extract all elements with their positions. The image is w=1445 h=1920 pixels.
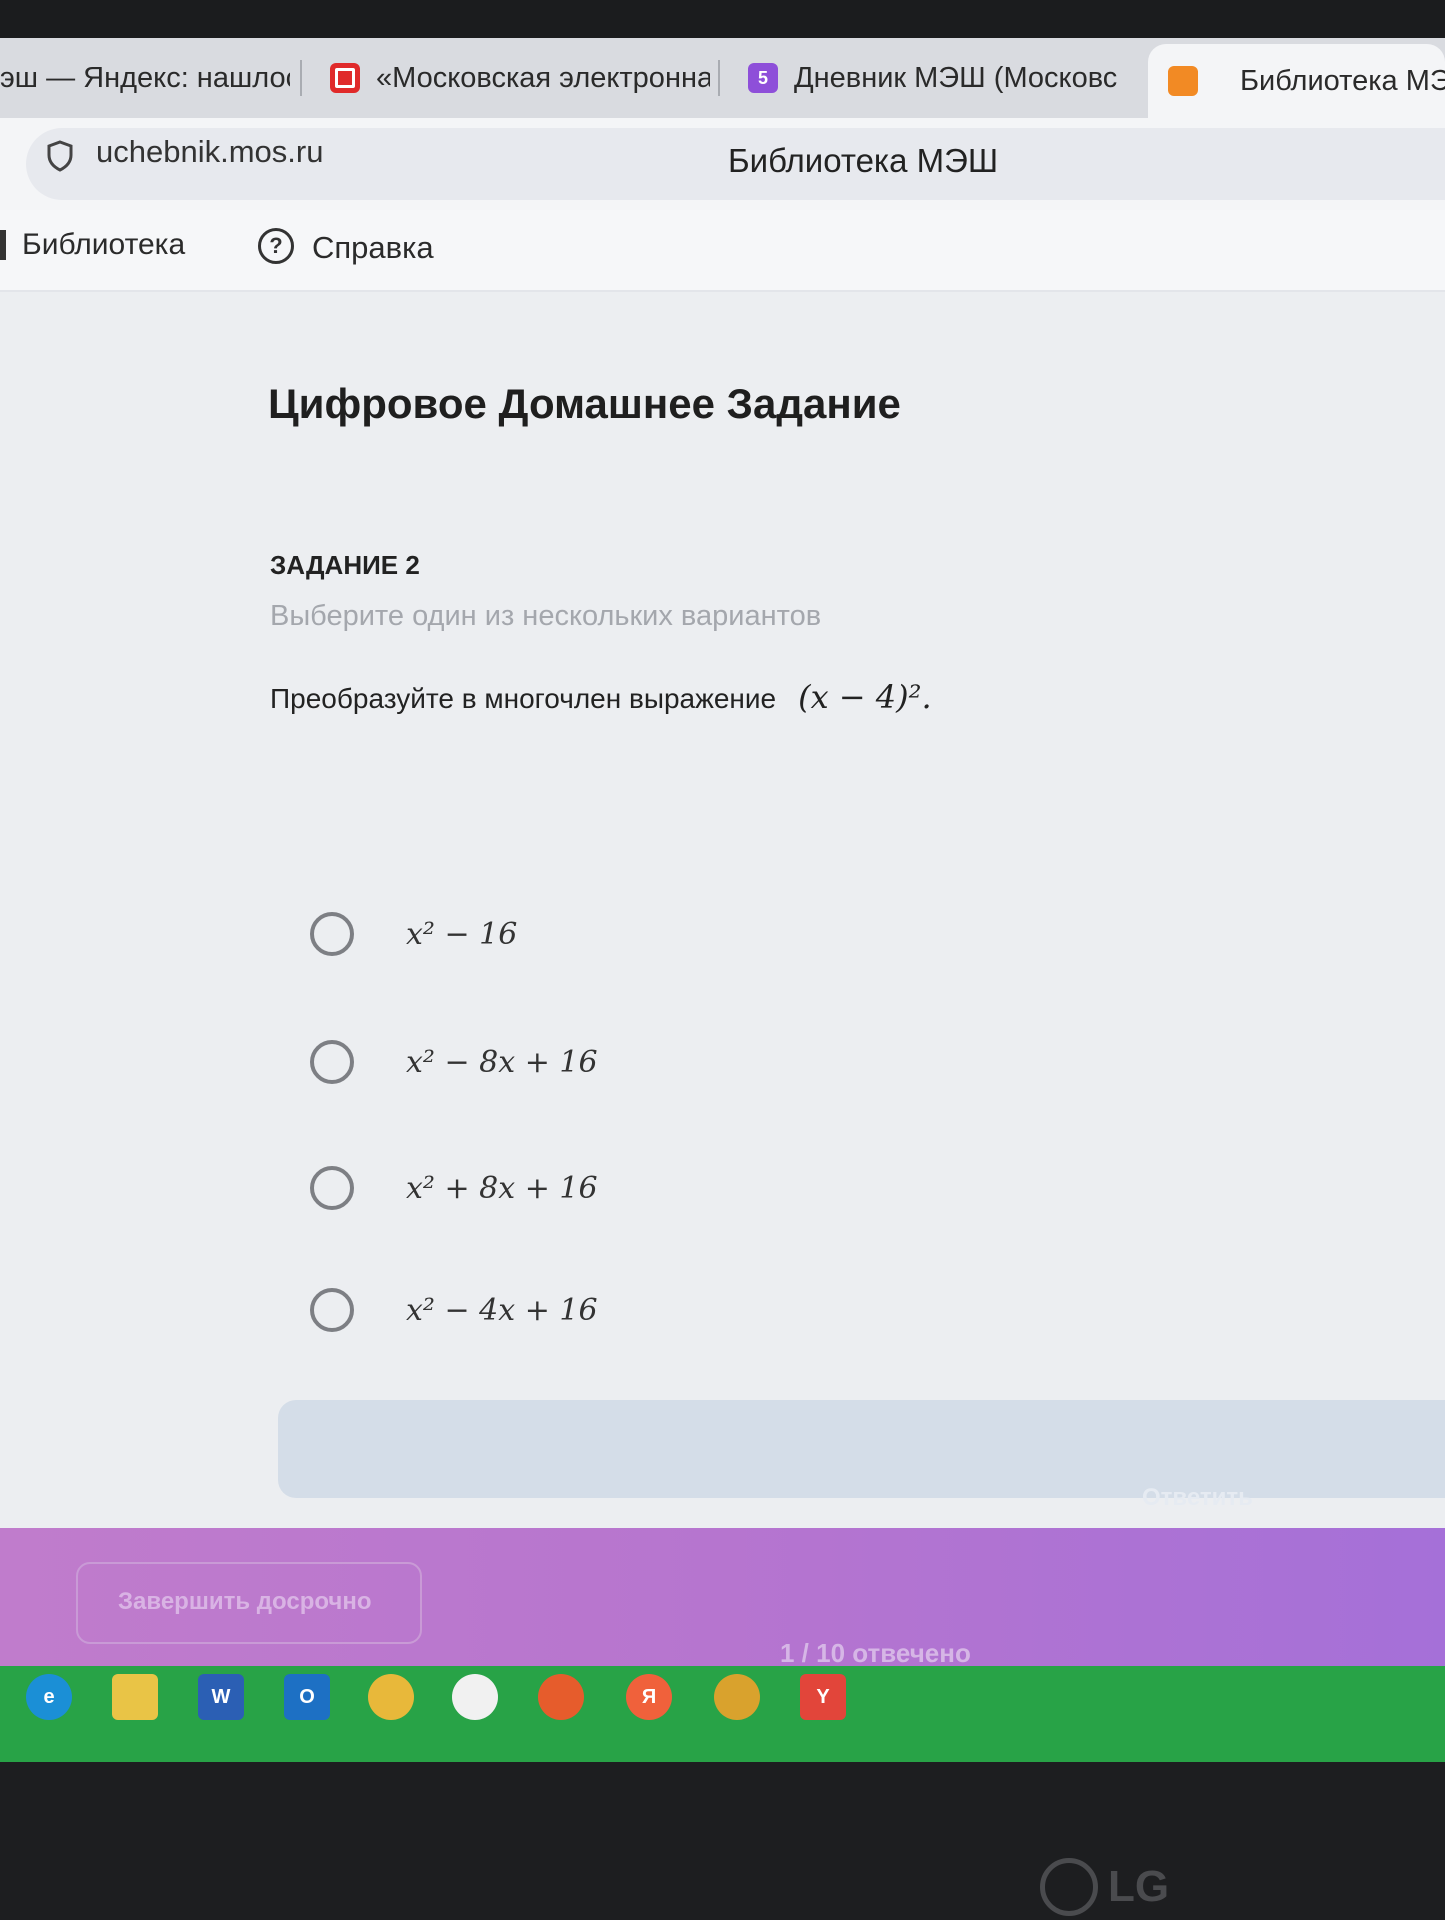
answer-button-label: Ответить [1142, 1484, 1253, 1511]
yandex-icon[interactable]: Я [626, 1674, 672, 1720]
tab-label: «Московская электронна [376, 61, 710, 94]
edge-icon[interactable]: e [26, 1674, 72, 1720]
radio-button[interactable] [310, 1288, 354, 1332]
tab-mesh-diary[interactable]: 5 Дневник МЭШ (Московс [728, 38, 1128, 118]
option-text: x² + 8x + 16 [406, 1170, 598, 1206]
help-icon[interactable]: ? [258, 228, 294, 264]
tab-yandex-search[interactable]: эш — Яндекс: нашлось [0, 38, 290, 118]
radio-button[interactable] [310, 1166, 354, 1210]
page-title-in-address-bar: Библиотека МЭШ [728, 142, 999, 179]
radio-button[interactable] [310, 1040, 354, 1084]
notification-app-icon[interactable] [714, 1674, 760, 1720]
question: Преобразуйте в многочлен выражение (x − 4… [270, 678, 932, 716]
library-book-icon [1168, 66, 1198, 96]
tab-label: Библиотека МЭ [1240, 64, 1445, 97]
mesh-red-icon [330, 63, 360, 93]
option-text: x² − 8x + 16 [406, 1044, 598, 1080]
option-text: x² − 16 [406, 916, 518, 952]
answered-counter: 1 / 10 отвечено [780, 1638, 971, 1668]
firefox-icon[interactable] [538, 1674, 584, 1720]
answer-option-1[interactable]: x² − 16 [310, 906, 517, 962]
screen: эш — Яндекс: нашлось «Московская электро… [0, 0, 1445, 1920]
task-number: ЗАДАНИЕ 2 [270, 550, 420, 580]
monitor-bezel-bottom [0, 1762, 1445, 1920]
site-navigation [0, 210, 1445, 292]
answer-button[interactable] [278, 1400, 1445, 1498]
diary-badge-icon: 5 [748, 63, 778, 93]
lg-logo: LG [1040, 1858, 1169, 1916]
monitor-bezel-top [0, 0, 1445, 38]
url-text[interactable]: uchebnik.mos.ru [96, 134, 323, 170]
nav-library-link[interactable]: Библиотека [22, 228, 185, 262]
option-text: x² − 4x + 16 [406, 1292, 598, 1328]
question-expression: (x − 4)². [798, 678, 932, 716]
word-icon[interactable]: W [198, 1674, 244, 1720]
tab-label: эш — Яндекс: нашлось [0, 61, 290, 94]
finish-early-label: Завершить досрочно [118, 1588, 372, 1615]
tab-separator [718, 60, 720, 96]
tab-moscow-electronic-school[interactable]: «Московская электронна [310, 38, 710, 118]
outlook-icon[interactable]: O [284, 1674, 330, 1720]
answer-option-2[interactable]: x² − 8x + 16 [310, 1034, 598, 1090]
task-content-area [0, 292, 1445, 1528]
answer-option-3[interactable]: x² + 8x + 16 [310, 1160, 598, 1216]
page-heading: Цифровое Домашнее Задание [268, 380, 901, 427]
library-nav-marker [0, 230, 6, 260]
yandex-browser-icon[interactable]: Y [800, 1674, 846, 1720]
app-icon-2[interactable] [452, 1674, 498, 1720]
browser-tab-strip: эш — Яндекс: нашлось «Московская электро… [0, 38, 1445, 118]
shield-icon [47, 140, 73, 172]
task-hint: Выберите один из нескольких вариантов [270, 600, 822, 632]
tab-mesh-library[interactable]: Библиотека МЭ [1148, 44, 1445, 118]
tab-label: Дневник МЭШ (Московс [794, 61, 1118, 94]
monitor-brand: LG [1108, 1862, 1170, 1911]
lg-circle-icon [1040, 1858, 1098, 1916]
tab-separator [300, 60, 302, 96]
file-explorer-icon[interactable] [112, 1674, 158, 1720]
app-icon[interactable] [368, 1674, 414, 1720]
question-text: Преобразуйте в многочлен выражение [270, 683, 777, 714]
answer-option-4[interactable]: x² − 4x + 16 [310, 1282, 598, 1338]
radio-button[interactable] [310, 912, 354, 956]
nav-help-link[interactable]: Справка [312, 230, 434, 266]
